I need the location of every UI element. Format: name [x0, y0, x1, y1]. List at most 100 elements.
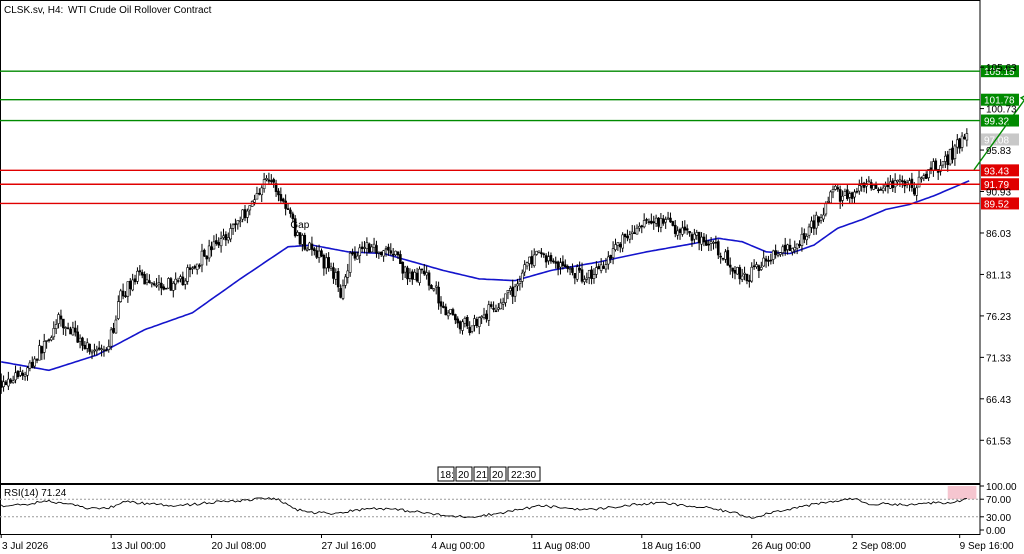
candle-down — [719, 255, 722, 258]
candle-down — [912, 188, 916, 195]
candle-up — [497, 307, 500, 310]
candle-up — [334, 272, 338, 280]
rsi-overbought-highlight — [947, 486, 977, 500]
candle-up — [681, 227, 684, 235]
candle-up — [26, 367, 29, 376]
candle-up — [867, 180, 871, 183]
candle-up — [171, 283, 175, 291]
candle-up — [960, 135, 964, 148]
candle-up — [822, 214, 825, 220]
candle-up — [941, 161, 945, 166]
candle-down — [554, 261, 558, 264]
y-tick-label: 61.53 — [986, 436, 1011, 447]
candle-up — [260, 187, 264, 196]
candle-down — [128, 280, 132, 290]
candle-up — [547, 256, 550, 262]
candle-down — [69, 328, 72, 335]
candle-down — [66, 327, 70, 330]
candle-down — [661, 218, 665, 224]
candle-up — [843, 191, 847, 196]
candle-down — [580, 269, 584, 282]
candle-up — [348, 252, 352, 273]
candle-up — [90, 351, 94, 354]
chart-instrument: WTI Crude Oil Rollover Contract — [68, 5, 212, 16]
candle-up — [532, 254, 536, 266]
candle-down — [468, 327, 471, 334]
x-tick-label: 11 Aug 08:00 — [532, 541, 591, 552]
candle-down — [731, 267, 734, 272]
candle-up — [786, 244, 789, 250]
candle-up — [587, 270, 591, 278]
candle-up — [884, 184, 887, 187]
candle-down — [148, 280, 151, 283]
candle-down — [336, 271, 340, 288]
candle-up — [93, 349, 96, 352]
candle-down — [623, 233, 627, 238]
candle-down — [277, 190, 280, 196]
candle-up — [611, 248, 615, 258]
candle-up — [628, 234, 632, 240]
candle-down — [767, 260, 770, 262]
candle-up — [537, 250, 541, 253]
candle-up — [179, 276, 182, 280]
candle-down — [427, 272, 431, 286]
candle-down — [353, 252, 357, 259]
candle-down — [673, 224, 677, 234]
candle-up — [229, 228, 232, 240]
candle-up — [403, 266, 407, 273]
candle-up — [793, 247, 797, 251]
rsi-y-tick-label: 30.00 — [986, 513, 1011, 524]
candle-down — [702, 236, 706, 243]
candle-up — [195, 263, 199, 270]
candle-up — [372, 243, 376, 248]
x-tick-label: 20 Jul 08:00 — [212, 541, 267, 552]
candle-up — [575, 266, 579, 280]
candle-up — [736, 267, 739, 275]
gap-label: Gap — [290, 220, 309, 231]
candle-down — [645, 219, 648, 221]
y-tick-label: 90.93 — [986, 188, 1011, 199]
x-tick-label: 2 Sep 08:00 — [852, 541, 906, 552]
x-tick-label: 18 Aug 16:00 — [642, 541, 701, 552]
candle-down — [30, 361, 34, 368]
candle-down — [951, 147, 954, 160]
candle-up — [470, 325, 474, 332]
candle-down — [838, 189, 842, 202]
candle-up — [559, 262, 562, 268]
candle-up — [520, 272, 524, 282]
candle-up — [446, 312, 450, 317]
candle-up — [7, 378, 10, 387]
candle-up — [78, 337, 82, 342]
candle-down — [566, 266, 569, 269]
candle-up — [922, 175, 926, 179]
candle-up — [712, 242, 715, 244]
candle-down — [234, 223, 237, 226]
candle-up — [473, 318, 476, 326]
candle-up — [528, 256, 531, 264]
candle-up — [33, 358, 36, 367]
candle-up — [28, 362, 32, 369]
candle-down — [836, 187, 840, 190]
candle-down — [193, 266, 197, 269]
candle-up — [186, 267, 189, 282]
candle-down — [573, 273, 577, 279]
candle-down — [269, 180, 273, 182]
candle-up — [518, 281, 522, 284]
candle-up — [810, 220, 813, 228]
candle-up — [504, 293, 507, 303]
candle-up — [145, 279, 149, 284]
candle-down — [143, 274, 146, 285]
candle-down — [298, 232, 302, 245]
candle-down — [549, 255, 553, 262]
candle-down — [934, 160, 938, 170]
candle-up — [776, 253, 780, 256]
session-marker: 21 — [476, 470, 488, 481]
candle-up — [638, 225, 641, 229]
candle-up — [52, 328, 56, 338]
candle-up — [19, 371, 22, 376]
candle-up — [246, 210, 249, 218]
candle-up — [659, 218, 663, 228]
candle-up — [305, 248, 309, 251]
candle-up — [14, 372, 17, 381]
candle-up — [771, 250, 775, 260]
